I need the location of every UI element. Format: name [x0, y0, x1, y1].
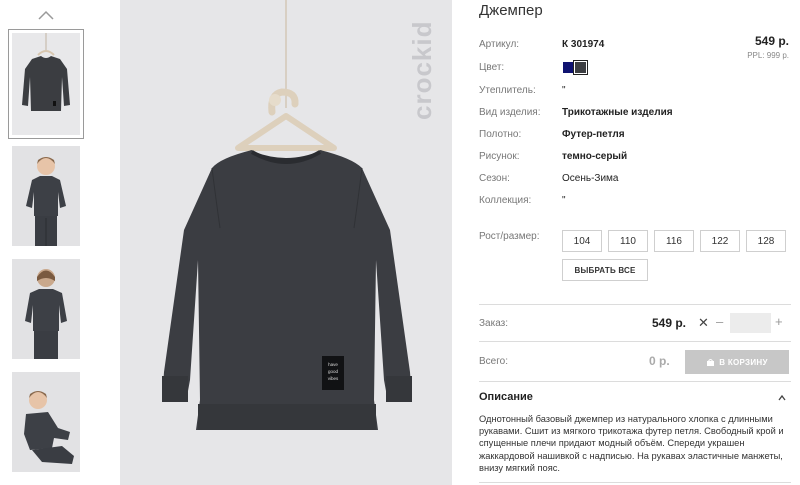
attr-value: К 301974 — [562, 39, 605, 50]
patch-text-3: vibes — [328, 376, 339, 381]
description-title[interactable]: Описание — [479, 391, 533, 403]
total-price: 0 р. — [649, 354, 670, 368]
divider — [479, 304, 791, 305]
attr-label: Коллекция: — [479, 195, 532, 206]
chevron-up-icon[interactable] — [777, 393, 787, 403]
size-option-122[interactable]: 122 — [700, 230, 740, 252]
attr-article: Артикул: К 301974 — [479, 39, 791, 55]
thumbnail-model-front[interactable] — [12, 146, 80, 246]
attr-value: темно-серый — [562, 151, 628, 162]
thumbnail-model-back[interactable] — [12, 259, 80, 359]
size-label: Рост/размер: — [479, 231, 540, 242]
total-label: Всего: — [479, 356, 508, 367]
thumbnail-sweater[interactable] — [8, 29, 84, 139]
color-swatch-dark-gray[interactable] — [573, 60, 588, 75]
attr-label: Вид изделия: — [479, 107, 541, 118]
patch-text-1: have — [328, 362, 338, 367]
order-label: Заказ: — [479, 318, 509, 329]
divider — [479, 341, 791, 342]
add-to-cart-label: В КОРЗИНУ — [719, 357, 768, 367]
size-option-128[interactable]: 128 — [746, 230, 786, 252]
attr-value: " — [562, 85, 566, 96]
select-all-sizes-button[interactable]: ВЫБРАТЬ ВСЕ — [562, 259, 648, 281]
attr-product-type: Вид изделия: Трикотажные изделия — [479, 107, 791, 123]
attr-color: Цвет: — [479, 62, 791, 78]
attr-label: Сезон: — [479, 173, 510, 184]
times-icon: ✕ — [698, 315, 709, 330]
child-back-image — [12, 259, 80, 359]
description-text: Однотонный базовый джемпер из натурально… — [479, 414, 784, 473]
thumbnail-gallery — [0, 0, 100, 485]
sweater-image: have good vibes — [162, 0, 412, 430]
patch-text-2: good — [328, 369, 339, 374]
attr-fabric: Полотно: Футер-петля — [479, 129, 791, 145]
size-option-116[interactable]: 116 — [654, 230, 694, 252]
quantity-input[interactable] — [730, 313, 771, 333]
divider — [479, 482, 791, 483]
attr-value: Трикотажные изделия — [562, 107, 673, 118]
color-swatch-navy[interactable] — [563, 62, 574, 73]
size-option-110[interactable]: 110 — [608, 230, 648, 252]
attr-pattern: Рисунок: темно-серый — [479, 151, 791, 167]
attr-value: Футер-петля — [562, 129, 625, 140]
attr-label: Цвет: — [479, 62, 505, 73]
attr-label: Артикул: — [479, 39, 520, 50]
child-sitting-image — [12, 372, 80, 472]
sweater-thumbnail-image — [22, 33, 70, 111]
attr-label: Полотно: — [479, 129, 522, 140]
child-front-image — [12, 146, 80, 246]
thumbnail-model-sitting[interactable] — [12, 372, 80, 472]
attr-insulation: Утеплитель: " — [479, 85, 791, 101]
attr-collection: Коллекция: " — [479, 195, 791, 211]
attr-season: Сезон: Осень-Зима — [479, 173, 791, 189]
add-to-cart-button[interactable]: В КОРЗИНУ — [685, 350, 789, 374]
order-price: 549 р. — [652, 316, 687, 330]
size-option-104[interactable]: 104 — [562, 230, 602, 252]
brand-watermark: crockid — [407, 20, 437, 121]
cart-icon — [707, 359, 715, 366]
thumbnail-image — [12, 33, 80, 135]
divider — [479, 381, 791, 382]
quantity-decrease-button[interactable]: – — [716, 314, 723, 329]
attr-label: Утеплитель: — [479, 85, 536, 96]
main-product-image: crockid have good vibes — [120, 0, 452, 485]
product-info-panel: Джемпер 549 р. PPL: 999 р. Артикул: К 30… — [479, 0, 791, 485]
attr-value: Осень-Зима — [562, 173, 619, 184]
quantity-increase-button[interactable]: + — [775, 314, 783, 329]
attr-value: " — [562, 195, 566, 206]
attr-label: Рисунок: — [479, 151, 520, 162]
chevron-up-icon[interactable] — [36, 8, 56, 22]
product-title: Джемпер — [479, 2, 543, 19]
